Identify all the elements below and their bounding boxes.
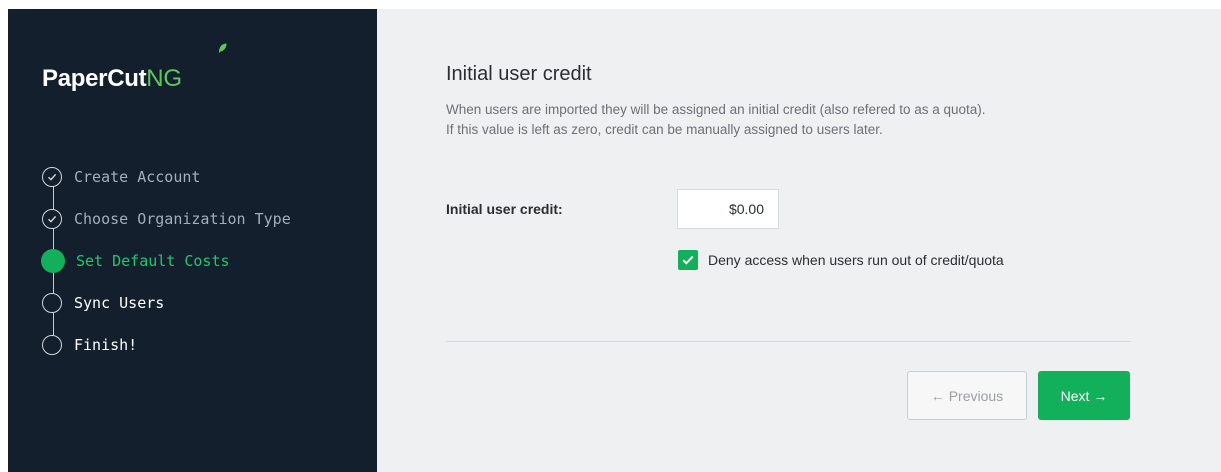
logo-suffix: NG <box>146 65 182 92</box>
previous-button[interactable]: ← Previous <box>907 371 1027 420</box>
step-label: Choose Organization Type <box>74 210 291 228</box>
papercut-logo: PaperCutNG <box>42 65 182 93</box>
check-circle-icon <box>42 167 62 187</box>
empty-circle-icon <box>42 293 62 313</box>
step-create-account: Create Account <box>42 156 372 198</box>
divider <box>446 341 1131 342</box>
sidebar: PaperCutNG Create Account Choose Organiz… <box>8 9 377 472</box>
wizard-steps: Create Account Choose Organization Type … <box>41 156 372 366</box>
step-finish: Finish! <box>42 324 372 366</box>
step-label: Sync Users <box>74 294 165 312</box>
setup-wizard: PaperCutNG Create Account Choose Organiz… <box>8 9 1221 472</box>
description-line: When users are imported they will be ass… <box>446 102 986 117</box>
page-description: When users are imported they will be ass… <box>446 100 986 140</box>
step-sync-users: Sync Users <box>42 282 372 324</box>
page-title: Initial user credit <box>446 63 592 85</box>
checkmark-icon <box>682 255 694 265</box>
main-panel: Initial user credit When users are impor… <box>377 9 1221 472</box>
step-label: Set Default Costs <box>76 252 230 270</box>
step-label: Finish! <box>74 336 138 354</box>
initial-credit-input[interactable] <box>677 189 779 229</box>
description-line: If this value is left as zero, credit ca… <box>446 122 883 137</box>
deny-access-option[interactable]: Deny access when users run out of credit… <box>678 250 1004 270</box>
leaf-icon <box>219 43 227 53</box>
logo-text: PaperCut <box>42 65 147 92</box>
filled-circle-icon <box>41 249 65 273</box>
initial-credit-label: Initial user credit: <box>446 201 563 217</box>
deny-access-label: Deny access when users run out of credit… <box>708 252 1004 268</box>
empty-circle-icon <box>42 335 62 355</box>
check-circle-icon <box>42 209 62 229</box>
step-choose-organization-type: Choose Organization Type <box>42 198 372 240</box>
next-button[interactable]: Next → <box>1038 371 1130 420</box>
step-set-default-costs: Set Default Costs <box>41 240 372 282</box>
step-label: Create Account <box>74 168 201 186</box>
deny-access-checkbox[interactable] <box>678 250 698 270</box>
